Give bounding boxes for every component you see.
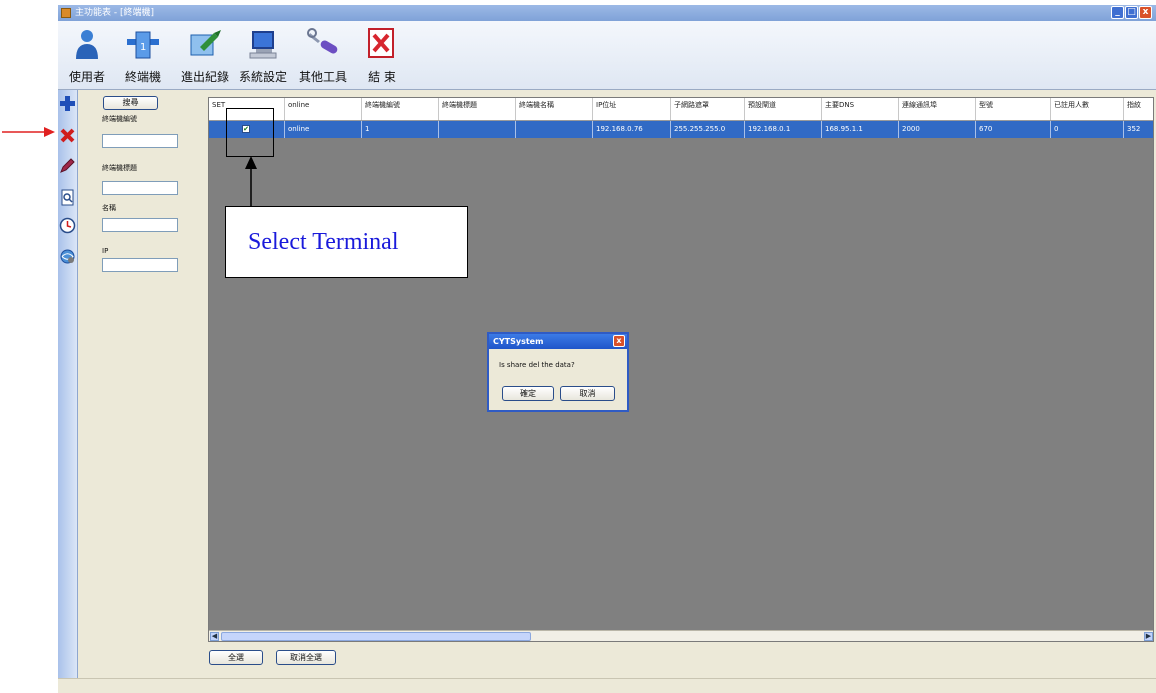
terminal-id-label: 終端機編號 [102,115,137,123]
ip-input[interactable] [102,258,178,272]
select-all-button[interactable]: 全選 [209,650,263,665]
dialog-message: Is share del the data? [499,361,575,369]
confirm-dialog: CYTSystem x Is share del the data? 確定 取消 [487,332,629,412]
gateway-cell: 192.168.0.1 [745,121,822,138]
terminal-title-label: 終端機標題 [102,164,137,172]
close-window-button[interactable]: x [1139,6,1152,19]
svg-text:1: 1 [140,42,146,53]
name-input[interactable] [102,218,178,232]
terminal-title-input[interactable] [102,181,178,195]
dialog-title-bar: CYTSystem x [489,334,627,349]
annotation-label: Select Terminal [248,229,399,255]
terminal-id-cell: 1 [362,121,439,138]
exit-icon [368,28,394,58]
toolbar-records-button[interactable]: 進出紀錄 [176,25,234,85]
window-title: 主功能表 - [終端機] [75,8,154,18]
toolbar-exit-label: 結 束 [368,70,396,84]
toolbar-user-button[interactable]: 使用者 [60,25,114,85]
edit-icon[interactable] [59,157,76,174]
delete-icon[interactable] [59,127,76,144]
col-terminal-title[interactable]: 終端機標題 [439,98,516,120]
horizontal-scrollbar[interactable]: ◀ ▶ [209,630,1153,641]
toolbar-user-label: 使用者 [68,70,105,84]
toolbar-terminal-label: 終端機 [124,70,161,84]
title-bar: 主功能表 - [終端機] _ □ x [58,5,1156,21]
table-row[interactable]: ✔ online 1 192.168.0.76 255.255.255.0 19… [209,121,1153,138]
deselect-all-button[interactable]: 取消全選 [276,650,336,665]
scroll-right-icon[interactable]: ▶ [1144,632,1153,641]
terminal-name-cell [516,121,593,138]
annotation-callout: Select Terminal [225,206,468,278]
dialog-close-button[interactable]: x [613,335,625,347]
dialog-title: CYTSystem [493,337,544,346]
col-terminal-name[interactable]: 終端機名稱 [516,98,593,120]
user-icon [76,30,98,59]
toolbar-tools-button[interactable]: 其他工具 [294,25,352,85]
main-toolbar: 使用者 1 終端機 進出紀錄 系統設定 其他工具 結 束 [58,21,1156,90]
subnet-cell: 255.255.255.0 [671,121,745,138]
checkbox-highlight-box [226,108,274,157]
search-panel: 搜尋 終端機編號 終端機標題 名稱 IP [78,90,206,693]
records-icon [190,30,221,56]
settings-icon [249,31,277,59]
toolbar-terminal-button[interactable]: 1 終端機 [114,25,172,85]
port-cell: 2000 [899,121,976,138]
app-icon [61,8,71,18]
online-cell: online [285,121,362,138]
scroll-left-icon[interactable]: ◀ [210,632,219,641]
toolbar-records-label: 進出紀錄 [180,70,229,84]
col-gateway[interactable]: 預設閘道 [745,98,822,120]
toolbar-tools-label: 其他工具 [298,70,347,84]
ip-label: IP [102,247,109,255]
model-cell: 670 [976,121,1051,138]
toolbar-exit-button[interactable]: 結 束 [360,25,404,85]
col-users[interactable]: 已註用人數 [1051,98,1124,120]
tools-icon [307,28,338,54]
dns-cell: 168.95.1.1 [822,121,899,138]
dialog-ok-button[interactable]: 確定 [502,386,554,401]
fingerprint-cell: 352 [1124,121,1153,138]
col-subnet[interactable]: 子網路遮罩 [671,98,745,120]
toolbar-settings-label: 系統設定 [238,70,287,84]
terminal-icon: 1 [127,31,159,59]
terminal-title-cell [439,121,516,138]
add-icon[interactable] [59,95,76,112]
clock-icon[interactable] [59,217,76,234]
scroll-thumb[interactable] [221,632,531,641]
col-online[interactable]: online [285,98,362,120]
search-button[interactable]: 搜尋 [103,96,158,110]
action-sidebar [58,90,78,693]
maximize-button[interactable]: □ [1125,6,1138,19]
col-model[interactable]: 型號 [976,98,1051,120]
col-fingerprint[interactable]: 指紋 [1124,98,1153,120]
status-bar [58,678,1156,693]
search-doc-icon[interactable] [59,189,76,206]
users-cell: 0 [1051,121,1124,138]
up-arrow-annotation [245,156,257,207]
minimize-button[interactable]: _ [1111,6,1124,19]
col-terminal-id[interactable]: 終端機編號 [362,98,439,120]
terminal-id-input[interactable] [102,134,178,148]
name-label: 名稱 [102,204,116,212]
grid-header: SET online 終端機編號 終端機標題 終端機名稱 IP位址 子網路遮罩 … [209,98,1153,121]
network-icon[interactable] [59,248,76,265]
toolbar-settings-button[interactable]: 系統設定 [234,25,292,85]
red-arrow-annotation [2,127,55,137]
terminal-grid: SET online 終端機編號 終端機標題 終端機名稱 IP位址 子網路遮罩 … [208,97,1154,642]
col-port[interactable]: 連線通訊埠 [899,98,976,120]
col-ip[interactable]: IP位址 [593,98,671,120]
dialog-cancel-button[interactable]: 取消 [560,386,615,401]
ip-cell: 192.168.0.76 [593,121,671,138]
col-dns[interactable]: 主要DNS [822,98,899,120]
